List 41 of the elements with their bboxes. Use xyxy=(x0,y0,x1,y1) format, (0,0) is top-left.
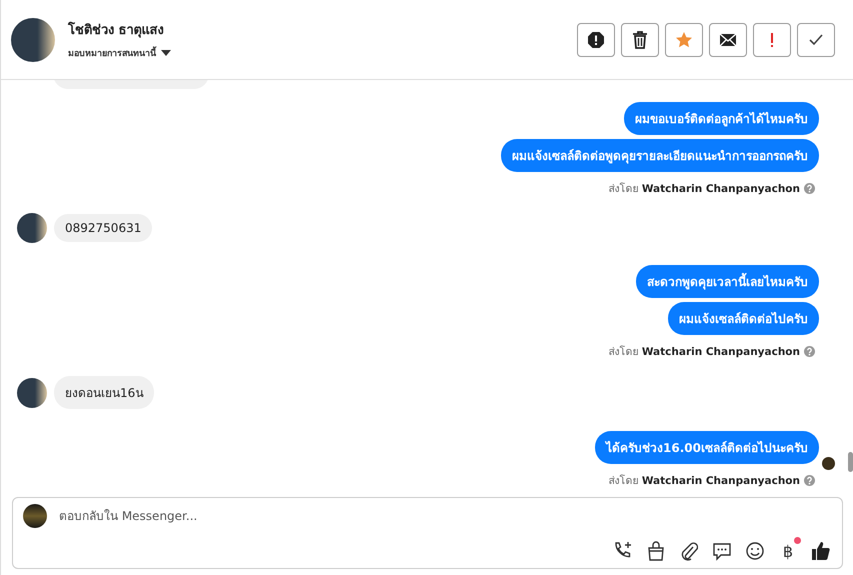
help-icon[interactable] xyxy=(804,475,815,486)
message-bubble: ได้ครับช่วง16.00เซลล์ติดต่อไปนะครับ xyxy=(595,431,819,464)
trash-icon xyxy=(632,30,648,48)
message-bubble: ผมแจ้งเซลล์ติดต่อพูดคุยรายละเอียดแนะนำการออกรถครับ xyxy=(501,139,819,172)
alert-button[interactable] xyxy=(577,22,615,56)
smiley-icon xyxy=(745,541,765,561)
mail-icon xyxy=(719,32,737,46)
caret-icon xyxy=(161,50,171,56)
mail-button[interactable] xyxy=(709,22,747,56)
avatar xyxy=(17,213,47,243)
message-bubble: 0892750631 xyxy=(54,214,152,242)
avatar xyxy=(17,378,47,408)
assign-dropdown[interactable]: มอบหมายการสนทนานี้ xyxy=(68,46,171,60)
message-bubble: สะดวกพูดคุยเวลานี้เลยไหมครับ xyxy=(636,265,819,298)
check-icon xyxy=(808,32,824,46)
paperclip-icon xyxy=(680,541,698,561)
avatar xyxy=(11,18,55,62)
contact-name: โชติช่วง ธาตุแสง xyxy=(68,20,165,40)
sent-by-label: ส่งโดย Watcharin Chanpanyachon xyxy=(608,474,800,489)
shopping-bag-icon xyxy=(647,541,665,561)
like-tool-button[interactable] xyxy=(810,540,832,562)
exclaim-button[interactable] xyxy=(753,22,791,56)
check-button[interactable] xyxy=(797,22,835,56)
star-button[interactable] xyxy=(665,22,703,56)
page-avatar xyxy=(23,504,47,528)
chat-icon xyxy=(712,542,732,560)
message-bubble: ยงดอนเยน16น xyxy=(54,376,154,409)
scrollbar-thumb[interactable] xyxy=(848,452,853,472)
help-icon[interactable] xyxy=(804,183,815,194)
message-bubble: ผมแจ้งเซลล์ติดต่อไปครับ xyxy=(668,302,819,335)
alert-icon xyxy=(587,30,605,48)
smile-tool-button[interactable] xyxy=(744,540,766,562)
star-icon xyxy=(675,30,693,48)
baht-tool-button[interactable]: ฿ xyxy=(777,540,799,562)
thumbs-up-icon xyxy=(811,541,831,561)
sent-by-label: ส่งโดย Watcharin Chanpanyachon xyxy=(608,182,800,197)
sent-by-label: ส่งโดย Watcharin Chanpanyachon xyxy=(608,344,800,360)
message-bubble: ผมขอเบอร์ติดต่อลูกค้าได้ไหมครับ xyxy=(624,102,819,135)
help-icon[interactable] xyxy=(804,346,815,357)
exclamation-icon xyxy=(769,32,775,48)
trash-button[interactable] xyxy=(621,22,659,56)
